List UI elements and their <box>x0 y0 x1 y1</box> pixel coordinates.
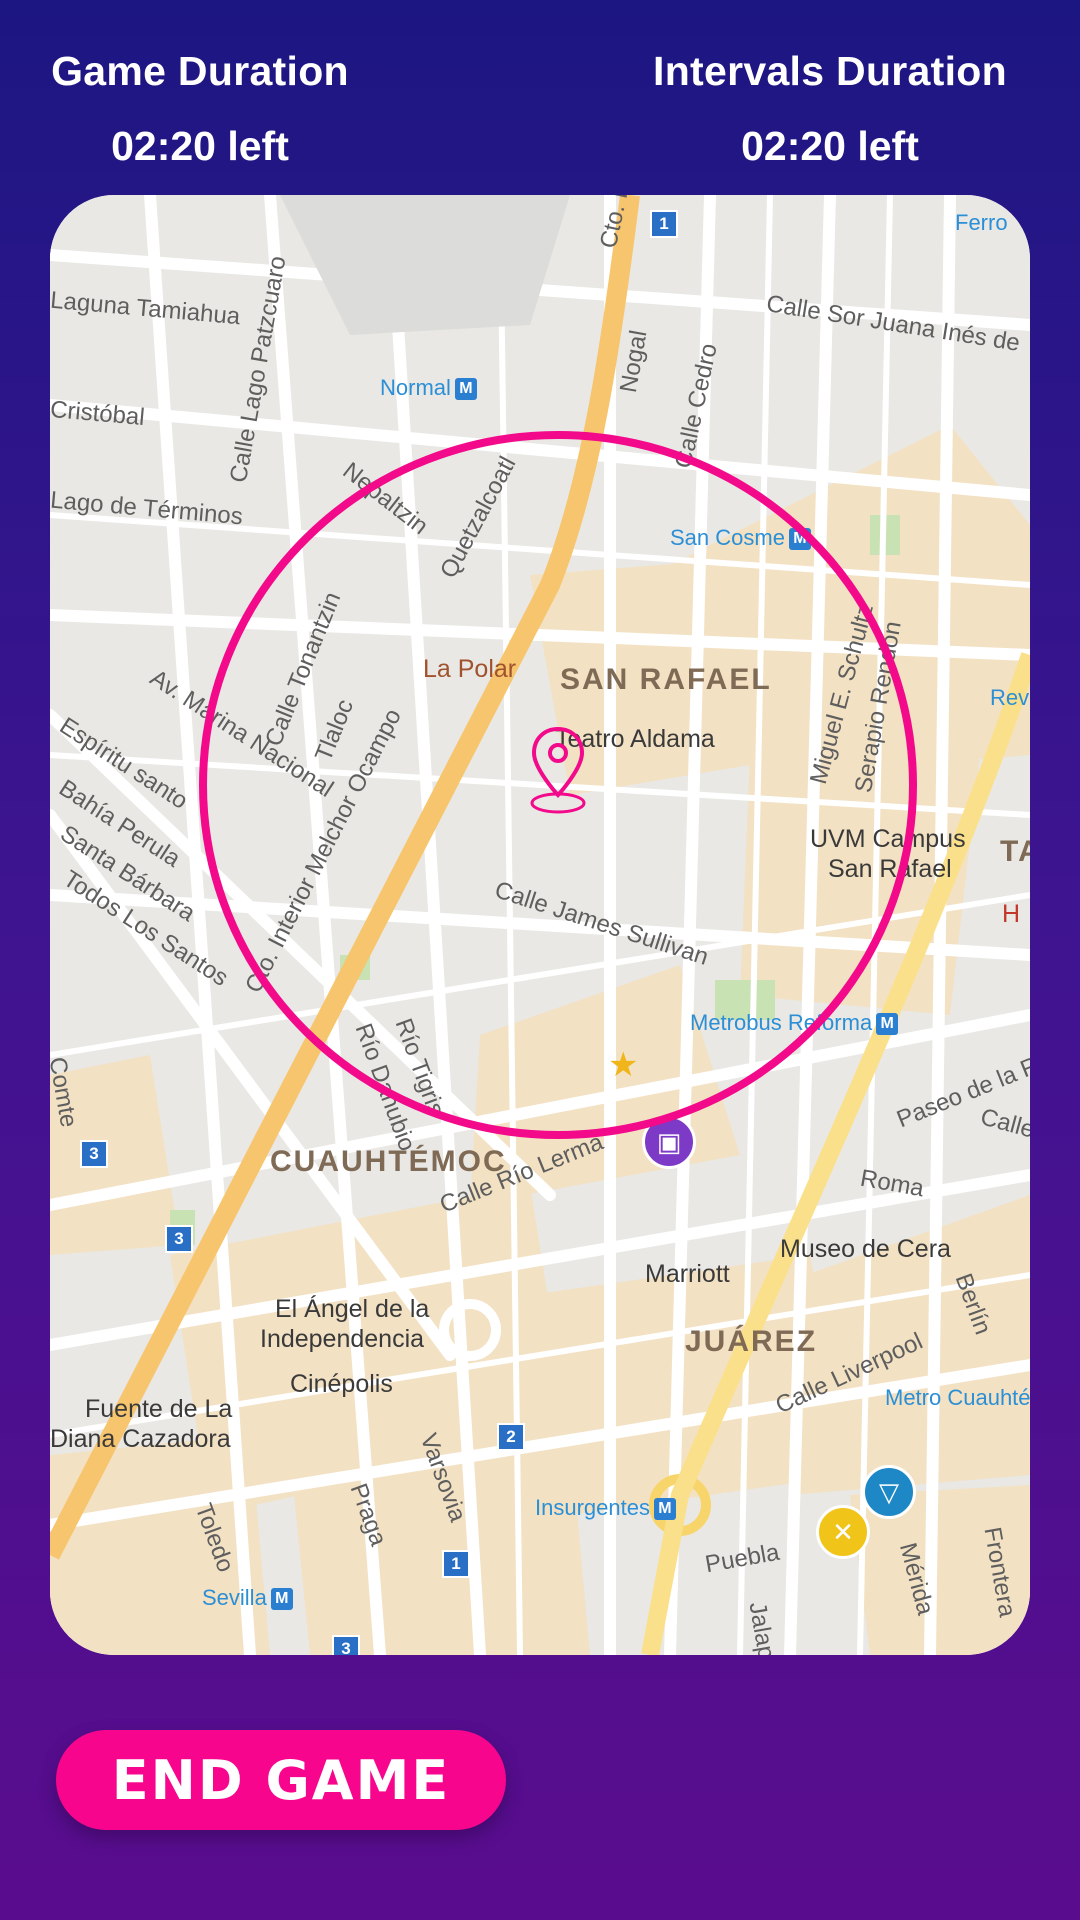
interval-duration-label: Intervals Duration <box>653 48 1007 94</box>
metro-station-san-cosme: San Cosme M <box>670 525 811 551</box>
interval-duration-timer: Intervals Duration 02:20 left <box>620 0 1040 170</box>
metro-station-sevilla: Sevilla M <box>202 1585 293 1611</box>
poi-label: Museo de Cera <box>780 1235 951 1263</box>
district-label: CUAUHTÉMOC <box>270 1145 507 1178</box>
cocktail-icon[interactable]: ▽ <box>862 1465 916 1519</box>
street-label: Rev <box>990 685 1030 710</box>
metro-station-metrobus-reforma: Metrobus Reforma M <box>690 1010 899 1036</box>
district-label: JUÁREZ <box>685 1325 818 1358</box>
line-badge: 3 <box>165 1225 193 1253</box>
street-label: Ferro <box>955 210 1008 235</box>
poi-label: Diana Cazadora <box>50 1425 231 1453</box>
district-label: SAN RAFAEL <box>560 663 772 696</box>
poi-label: Cinépolis <box>290 1370 393 1398</box>
metro-station-cuauhtemoc: Metro Cuauhtém <box>885 1385 1030 1410</box>
line-badge: 1 <box>650 210 678 238</box>
poi-label: UVM Campus <box>810 825 966 853</box>
metro-station-normal: Normal M <box>380 375 477 401</box>
metro-station-insurgentes: Insurgentes M <box>535 1495 676 1521</box>
shopping-bag-icon[interactable]: ▣ <box>642 1115 696 1169</box>
poi-label: Independencia <box>260 1325 425 1353</box>
poi-label: H <box>1002 900 1021 928</box>
poi-label: Marriott <box>645 1260 730 1288</box>
poi-label: Fuente de La <box>85 1395 233 1423</box>
end-game-button[interactable]: END GAME <box>56 1730 506 1830</box>
poi-label: San Rafael <box>828 855 952 883</box>
line-badge: 2 <box>497 1423 525 1451</box>
line-badge: 1 <box>442 1550 470 1578</box>
game-duration-label: Game Duration <box>51 48 349 94</box>
map-pin-icon[interactable] <box>528 725 588 815</box>
poi-label: La Polar <box>423 655 517 683</box>
line-badge: 3 <box>80 1140 108 1168</box>
line-badge: 3 <box>332 1635 360 1655</box>
game-duration-timer: Game Duration 02:20 left <box>40 0 360 170</box>
interval-duration-value: 02:20 left <box>741 123 919 169</box>
game-map[interactable]: Cto. Interior Calle Sor Juana Inés de Ca… <box>50 195 1030 1655</box>
poi-label: El Ángel de la <box>275 1295 430 1323</box>
star-icon[interactable]: ★ <box>608 1045 638 1085</box>
game-duration-value: 02:20 left <box>111 123 289 169</box>
restaurant-icon[interactable]: ✕ <box>816 1505 870 1559</box>
district-label: TA <box>1000 835 1030 868</box>
